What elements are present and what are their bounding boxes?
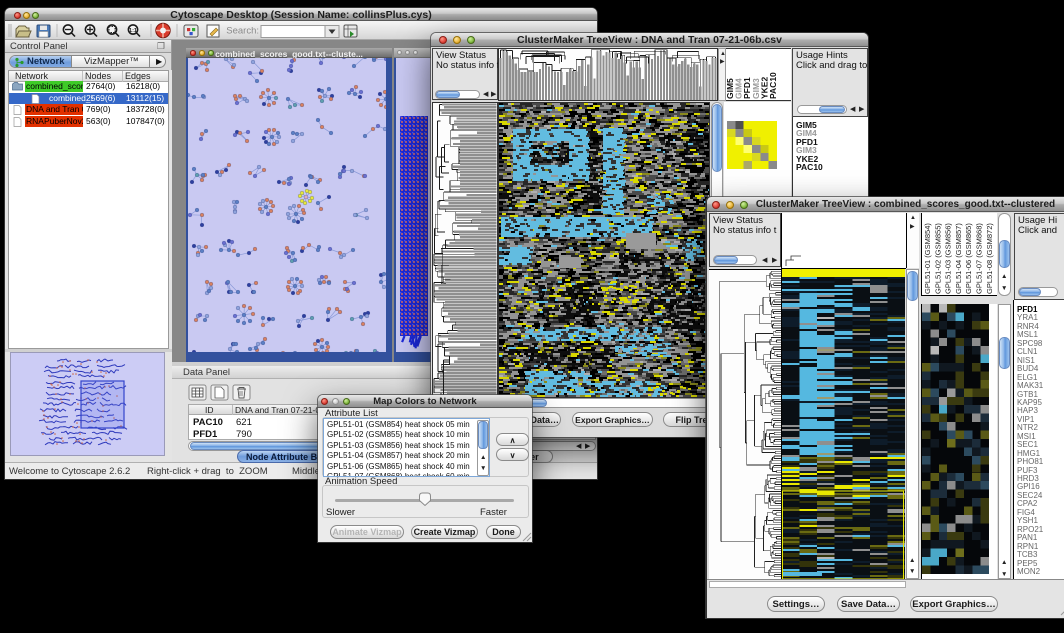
svg-text:GPL51-07 (GSM868): GPL51-07 (GSM868) [975, 223, 984, 294]
svg-text:GPL51-04 (GSM857): GPL51-04 (GSM857) [954, 223, 963, 294]
svg-text:GPL51-06 (GSM865): GPL51-06 (GSM865) [964, 223, 973, 294]
svg-text:PAC10: PAC10 [768, 72, 778, 99]
svg-text:1:1: 1:1 [129, 28, 137, 34]
svg-text:GPL51-03 (GSM856): GPL51-03 (GSM856) [944, 223, 953, 294]
svg-text:GPL51-01 (GSM854): GPL51-01 (GSM854) [923, 223, 932, 294]
svg-text:GPL51-02 (GSM855): GPL51-02 (GSM855) [933, 223, 942, 294]
svg-text:Search:: Search: [226, 26, 259, 37]
svg-text:GPL51-08 (GSM872): GPL51-08 (GSM872) [985, 223, 994, 294]
